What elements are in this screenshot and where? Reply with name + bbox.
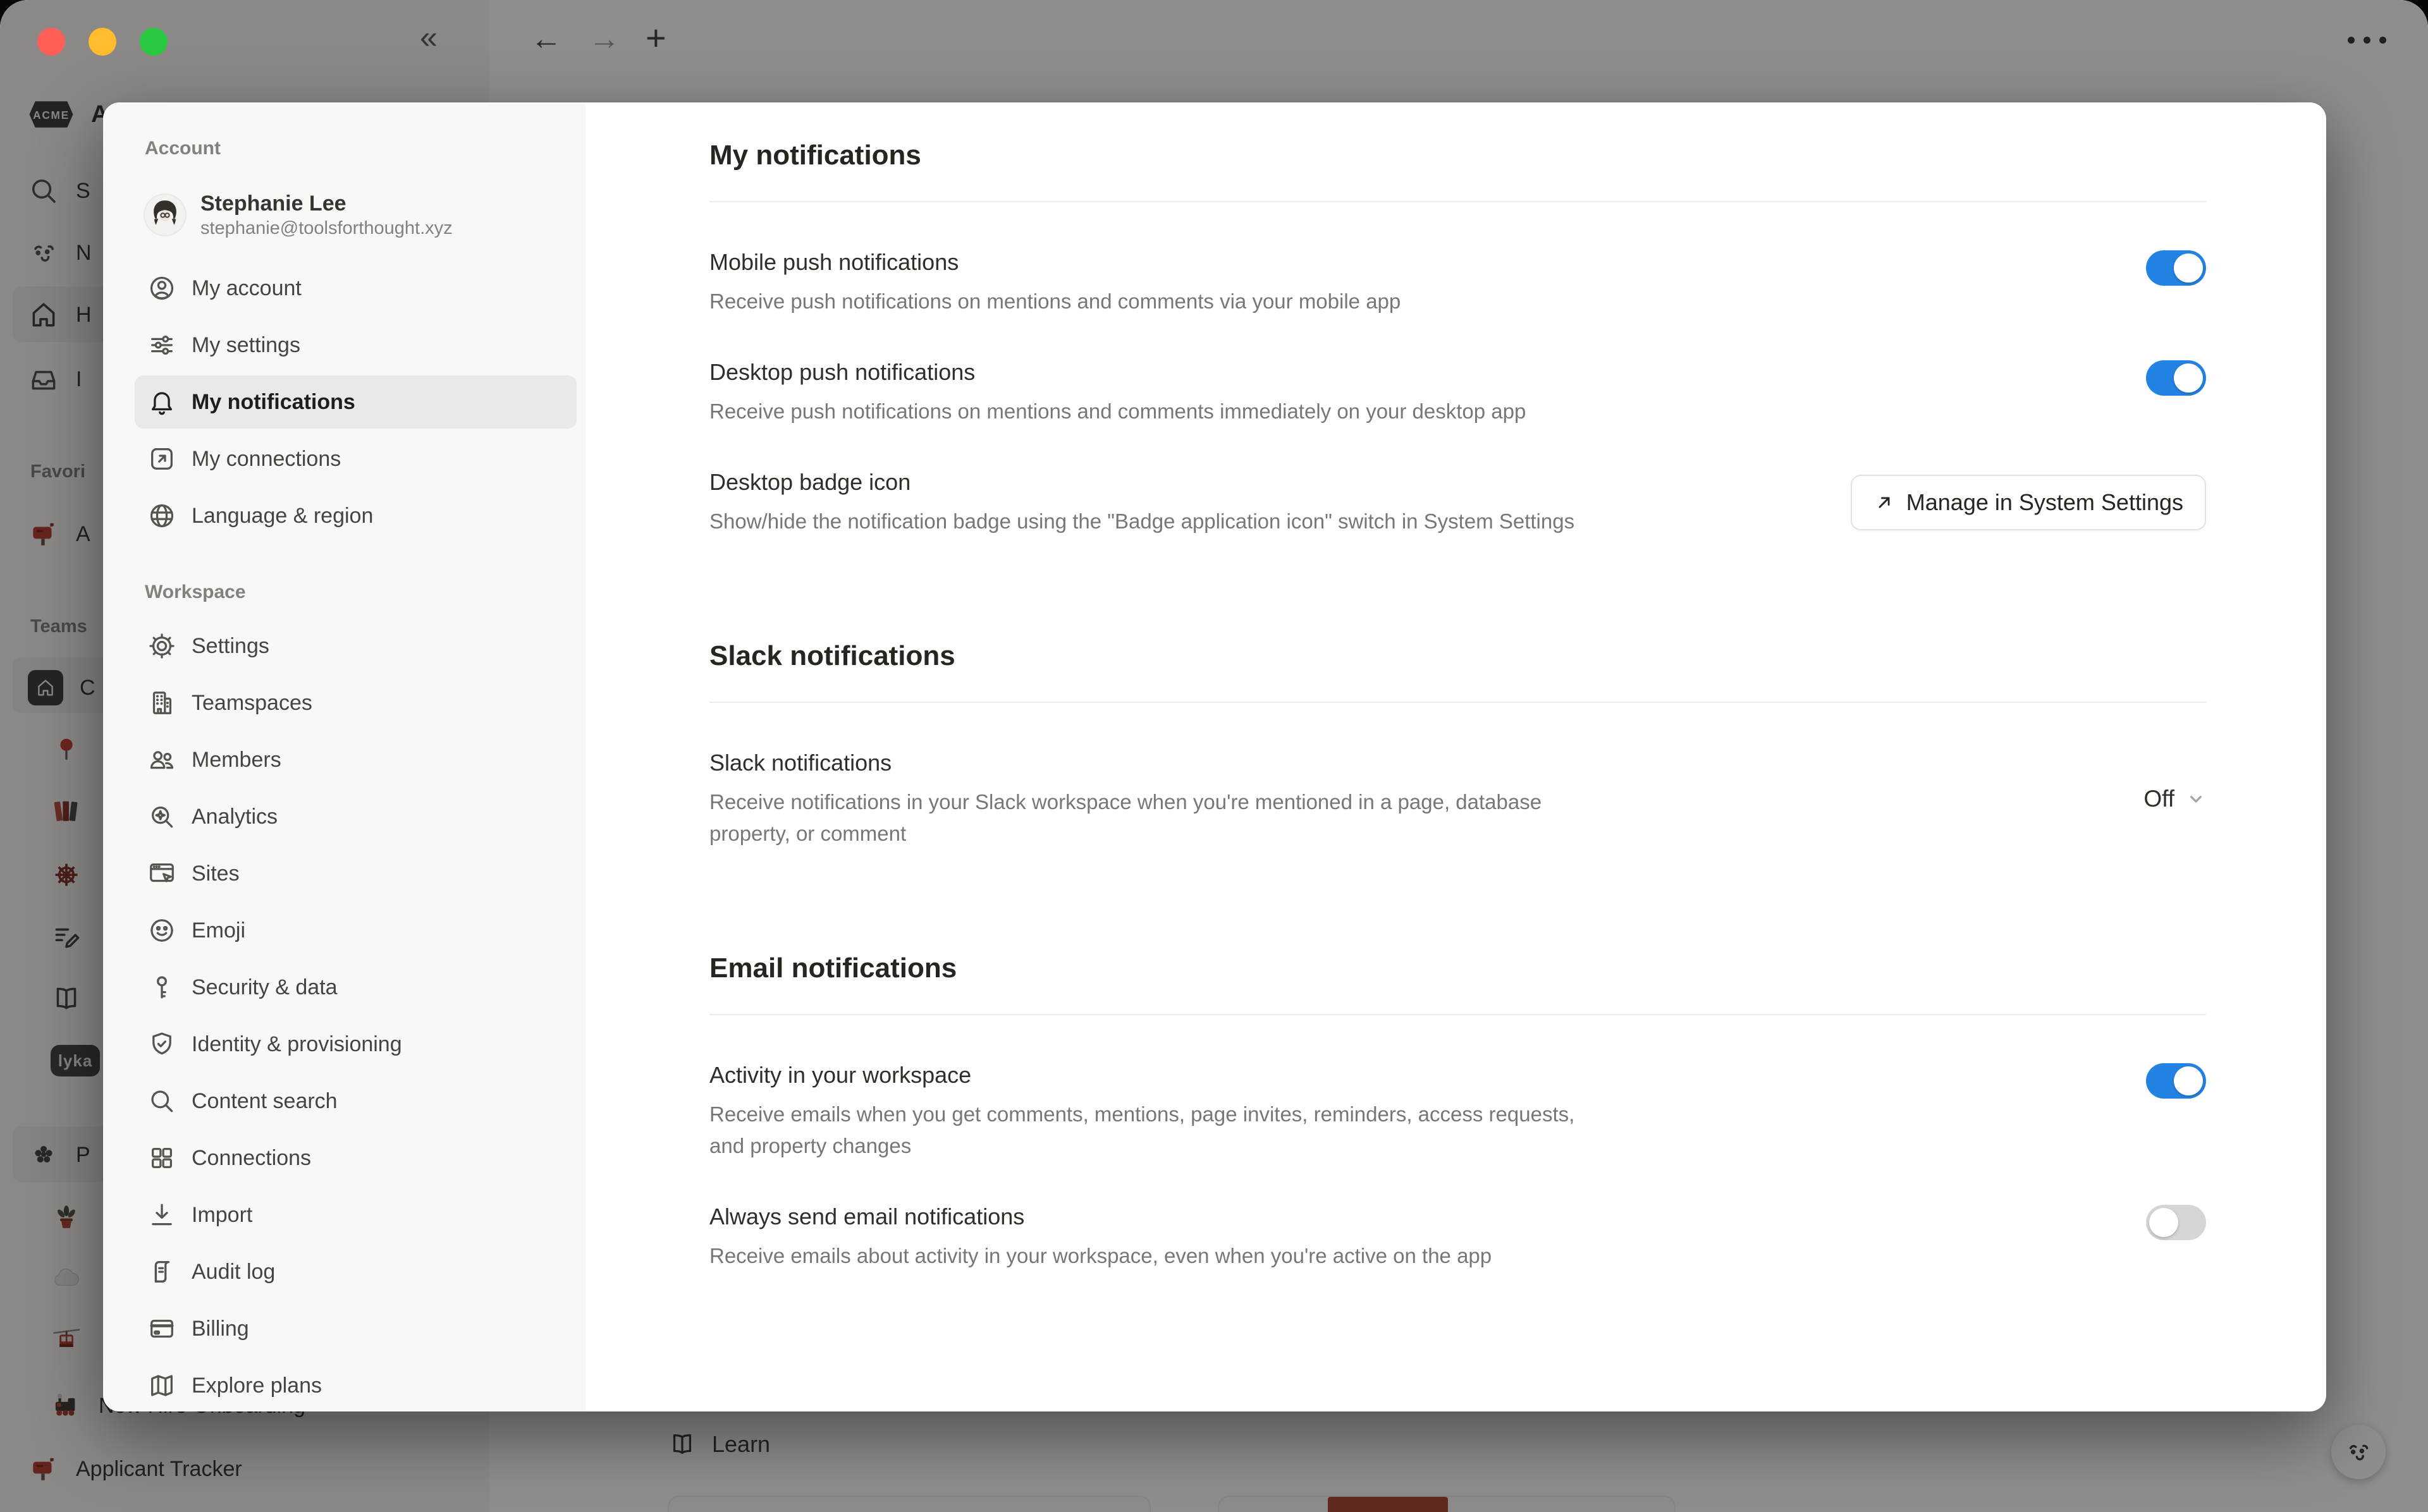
toggle-knob bbox=[2174, 253, 2203, 283]
setting-description: Receive emails about activity in your wo… bbox=[709, 1240, 1492, 1272]
setting-label: Desktop push notifications bbox=[709, 358, 1526, 387]
slack-section-heading: Slack notifications bbox=[709, 638, 2206, 674]
map-icon bbox=[147, 1371, 176, 1400]
setting-description: Receive emails when you get comments, me… bbox=[709, 1099, 1582, 1162]
sidebar-item-my-account[interactable]: My account bbox=[135, 262, 577, 315]
sidebar-item-language-region[interactable]: Language & region bbox=[135, 489, 577, 542]
sidebar-item-security-data[interactable]: Security & data bbox=[135, 961, 577, 1014]
sidebar-item-sites[interactable]: Sites bbox=[135, 847, 577, 900]
sidebar-item-explore-plans[interactable]: Explore plans bbox=[135, 1359, 577, 1411]
account-section-label: Account bbox=[135, 137, 577, 161]
smiley-icon bbox=[147, 916, 176, 945]
search-icon bbox=[147, 1087, 176, 1116]
setting-row-desktop-push: Desktop push notifications Receive push … bbox=[709, 358, 2206, 427]
sidebar-item-import[interactable]: Import bbox=[135, 1188, 577, 1241]
setting-row-always-send: Always send email notifications Receive … bbox=[709, 1202, 2206, 1272]
sidebar-item-analytics[interactable]: Analytics bbox=[135, 790, 577, 843]
setting-description: Receive notifications in your Slack work… bbox=[709, 786, 1582, 850]
people-icon bbox=[147, 745, 176, 774]
credit-card-icon bbox=[147, 1314, 176, 1343]
sidebar-user-row[interactable]: Stephanie Lee stephanie@toolsforthought.… bbox=[135, 183, 577, 247]
setting-label: Mobile push notifications bbox=[709, 248, 1401, 277]
settings-sidebar: Account Stephanie Lee stephanie@toolsfor… bbox=[103, 102, 586, 1411]
toggle-knob bbox=[2174, 1066, 2203, 1095]
sidebar-item-my-settings[interactable]: My settings bbox=[135, 319, 577, 372]
divider bbox=[709, 702, 2206, 703]
setting-row-mobile-push: Mobile push notifications Receive push n… bbox=[709, 248, 2206, 317]
setting-row-activity: Activity in your workspace Receive email… bbox=[709, 1061, 2206, 1162]
workspace-section-label: Workspace bbox=[135, 580, 577, 604]
desktop-push-toggle[interactable] bbox=[2146, 360, 2206, 396]
key-icon bbox=[147, 973, 176, 1002]
page-title: My notifications bbox=[709, 138, 2206, 173]
manage-system-settings-button[interactable]: Manage in System Settings bbox=[1851, 475, 2206, 530]
window-cursor-icon bbox=[147, 859, 176, 888]
user-email: stephanie@toolsforthought.xyz bbox=[200, 217, 453, 240]
magnifier-sparkle-icon bbox=[147, 802, 176, 831]
sidebar-item-billing[interactable]: Billing bbox=[135, 1302, 577, 1355]
sidebar-item-audit-log[interactable]: Audit log bbox=[135, 1245, 577, 1298]
divider bbox=[709, 1014, 2206, 1015]
email-section-heading: Email notifications bbox=[709, 951, 2206, 986]
sidebar-item-my-notifications[interactable]: My notifications bbox=[135, 375, 577, 429]
window-controls bbox=[37, 28, 168, 56]
setting-description: Receive push notifications on mentions a… bbox=[709, 396, 1526, 427]
avatar bbox=[145, 195, 185, 235]
setting-label: Desktop badge icon bbox=[709, 468, 1574, 497]
user-name: Stephanie Lee bbox=[200, 190, 453, 217]
screenshot-root: « ACME A S N H I bbox=[0, 0, 2428, 1512]
selected-value: Off bbox=[2143, 786, 2174, 812]
minimize-window-button[interactable] bbox=[89, 28, 116, 56]
sidebar-item-emoji[interactable]: Emoji bbox=[135, 904, 577, 957]
divider bbox=[709, 201, 2206, 202]
activity-email-toggle[interactable] bbox=[2146, 1063, 2206, 1099]
sidebar-item-members[interactable]: Members bbox=[135, 733, 577, 786]
scroll-icon bbox=[147, 1257, 176, 1286]
download-icon bbox=[147, 1200, 176, 1229]
globe-icon bbox=[147, 501, 176, 530]
sidebar-item-my-connections[interactable]: My connections bbox=[135, 432, 577, 485]
grid-icon bbox=[147, 1143, 176, 1173]
slack-notifications-select[interactable]: Off bbox=[2143, 786, 2206, 812]
setting-label: Always send email notifications bbox=[709, 1202, 1492, 1231]
setting-row-desktop-badge: Desktop badge icon Show/hide the notific… bbox=[709, 468, 2206, 537]
always-send-email-toggle[interactable] bbox=[2146, 1205, 2206, 1240]
close-window-button[interactable] bbox=[37, 28, 65, 56]
settings-content: My notifications Mobile push notificatio… bbox=[586, 102, 2326, 1411]
setting-description: Show/hide the notification badge using t… bbox=[709, 506, 1574, 537]
toggle-knob bbox=[2174, 363, 2203, 393]
toggle-knob bbox=[2149, 1208, 2178, 1237]
sidebar-item-content-search[interactable]: Content search bbox=[135, 1075, 577, 1128]
settings-dialog: Account Stephanie Lee stephanie@toolsfor… bbox=[103, 102, 2326, 1411]
app-window: « ACME A S N H I bbox=[0, 0, 2428, 1512]
bell-icon bbox=[147, 387, 176, 417]
sliders-icon bbox=[147, 331, 176, 360]
setting-label: Activity in your workspace bbox=[709, 1061, 1582, 1090]
setting-description: Receive push notifications on mentions a… bbox=[709, 286, 1401, 317]
sidebar-item-settings[interactable]: Settings bbox=[135, 619, 577, 673]
chevron-down-icon bbox=[2186, 789, 2206, 809]
building-icon bbox=[147, 688, 176, 717]
mobile-push-toggle[interactable] bbox=[2146, 250, 2206, 286]
sidebar-item-teamspaces[interactable]: Teamspaces bbox=[135, 676, 577, 729]
setting-row-slack: Slack notifications Receive notification… bbox=[709, 748, 2206, 850]
shield-check-icon bbox=[147, 1030, 176, 1059]
setting-label: Slack notifications bbox=[709, 748, 1582, 777]
zoom-window-button[interactable] bbox=[140, 28, 168, 56]
sidebar-item-identity-provisioning[interactable]: Identity & provisioning bbox=[135, 1018, 577, 1071]
sidebar-item-connections[interactable]: Connections bbox=[135, 1131, 577, 1185]
external-link-icon bbox=[147, 444, 176, 473]
person-circle-icon bbox=[147, 274, 176, 303]
arrow-up-right-icon bbox=[1873, 492, 1895, 513]
gear-icon bbox=[147, 631, 176, 661]
